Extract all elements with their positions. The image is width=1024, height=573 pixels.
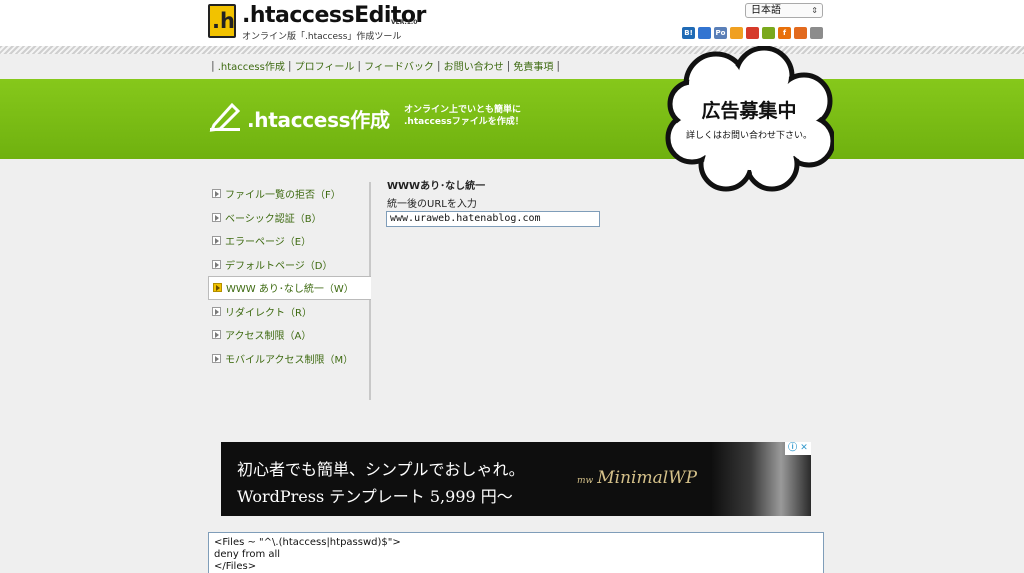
social-bookmark-bar: B! Po f (682, 27, 823, 39)
sidebar-item-1[interactable]: ベーシック認証（B） (208, 206, 369, 230)
arrow-right-icon (212, 259, 221, 269)
sidebar-item-0[interactable]: ファイル一覧の拒否（F） (208, 182, 369, 206)
ad-banner-line1: 初心者でも簡単、シンプルでおしゃれ。 (237, 460, 525, 479)
htaccess-output-textarea[interactable]: <Files ~ "^\.(htaccess|htpasswd)$"> deny … (208, 532, 824, 573)
nav-item-3[interactable]: お問い合わせ (444, 58, 504, 73)
nav-separator: | (436, 58, 441, 72)
sidebar-item-label: モバイルアクセス制限（M） (225, 354, 354, 366)
nav-item-4[interactable]: 免責事項 (513, 58, 553, 73)
output-line: deny from all (214, 549, 281, 560)
arrow-right-icon (213, 283, 222, 293)
arrow-right-icon (212, 306, 221, 316)
sidebar-item-label: ファイル一覧の拒否（F） (225, 190, 341, 202)
banner-tagline: オンライン上でいとも簡単に .htaccessファイルを作成！ (404, 105, 524, 127)
nav-item-1[interactable]: プロフィール (295, 58, 355, 73)
output-line: </Files> (214, 561, 257, 572)
sidebar-item-6[interactable]: アクセス制限（A） (208, 323, 369, 347)
ad-cloud-title: 広告募集中 (701, 100, 797, 122)
ad-banner[interactable]: 初心者でも簡単、シンプルでおしゃれ。 WordPress テンプレート 5,99… (221, 442, 811, 516)
nav-separator: | (556, 58, 561, 72)
logo-subtitle: オンライン版「.htaccess」作成ツール (242, 32, 402, 42)
banner-title: .htaccess作成 (247, 108, 390, 132)
logo-mark: .h (208, 4, 236, 38)
sidebar-item-5[interactable]: リダイレクト（R） (208, 300, 369, 324)
global-nav: | .htaccess作成 | プロフィール | フィードバック | お問い合わせ | 免責事項 | (208, 57, 563, 73)
sidebar-item-2[interactable]: エラーページ（E） (208, 229, 369, 253)
sidebar-item-label: ベーシック認証（B） (225, 213, 322, 225)
sidebar-item-7[interactable]: モバイルアクセス制限（M） (208, 347, 369, 371)
ad-space-cloud[interactable]: 広告募集中 詳しくはお問い合わせ下さい。 (664, 45, 836, 192)
nav-separator: | (211, 58, 215, 72)
sidebar-item-label: デフォルトページ（D） (225, 260, 333, 272)
arrow-right-icon (212, 236, 221, 246)
site-header: .h .htaccessEditor VER.1.0 オンライン版「.htacc… (0, 0, 1024, 46)
buzzurl-icon[interactable] (730, 27, 743, 39)
header-stripe-divider (0, 46, 1024, 54)
pencil-icon (209, 102, 241, 132)
ad-cloud-subtitle: 詳しくはお問い合わせ下さい。 (685, 131, 812, 141)
sidebar-item-4[interactable]: WWW あり･なし統一（W） (208, 276, 371, 300)
sidebar-item-label: エラーページ（E） (225, 237, 312, 249)
arrow-right-icon (212, 212, 221, 222)
logo-version: VER.1.0 (391, 19, 418, 26)
delicious-icon[interactable] (698, 27, 711, 39)
chevron-updown-icon: ⇕ (811, 6, 818, 15)
option-sidebar: ファイル一覧の拒否（F） ベーシック認証（B） エラーページ（E） デフォルトページ（… (208, 182, 371, 400)
reddit-icon[interactable] (810, 27, 823, 39)
choix-icon[interactable] (794, 27, 807, 39)
arrow-right-icon (212, 189, 221, 199)
adchoices-close-icon[interactable]: ⓘ ✕ (785, 442, 811, 455)
sidebar-item-label: WWW あり･なし統一（W） (226, 284, 354, 296)
ad-banner-line2: WordPress テンプレート 5,999 円〜 (237, 487, 513, 506)
sidebar-item-label: アクセス制限（A） (225, 331, 312, 343)
sidebar-item-label: リダイレクト（R） (225, 307, 312, 319)
nav-item-2[interactable]: フィードバック (364, 58, 434, 73)
nav-item-0[interactable]: .htaccess作成 (218, 58, 285, 73)
url-field-label: 統一後のURLを入力 (387, 199, 477, 210)
ad-banner-brand: mw MinimalWP (577, 468, 698, 488)
nav-separator: | (287, 58, 292, 72)
livedoor-clip-icon[interactable]: Po (714, 27, 727, 39)
nav-separator: | (506, 58, 511, 72)
output-line: <Files ~ "^\.(htaccess|htpasswd)$"> (214, 537, 401, 548)
hatena-bookmark-icon[interactable]: B! (682, 27, 695, 39)
page-banner: .htaccess作成 オンライン上でいとも簡単に .htaccessファイルを… (0, 79, 1024, 159)
section-title: WWWあり･なし統一 (387, 181, 486, 192)
nav-separator: | (357, 58, 362, 72)
arrow-right-icon (212, 353, 221, 363)
sidebar-item-3[interactable]: デフォルトページ（D） (208, 253, 369, 277)
newsing-icon[interactable]: f (778, 27, 791, 39)
yahoo-bookmark-icon[interactable] (762, 27, 775, 39)
google-bookmark-icon[interactable] (746, 27, 759, 39)
arrow-right-icon (212, 330, 221, 340)
unified-url-input[interactable]: www.uraweb.hatenablog.com (386, 211, 600, 227)
language-select[interactable]: 日本語 ⇕ (745, 3, 823, 18)
